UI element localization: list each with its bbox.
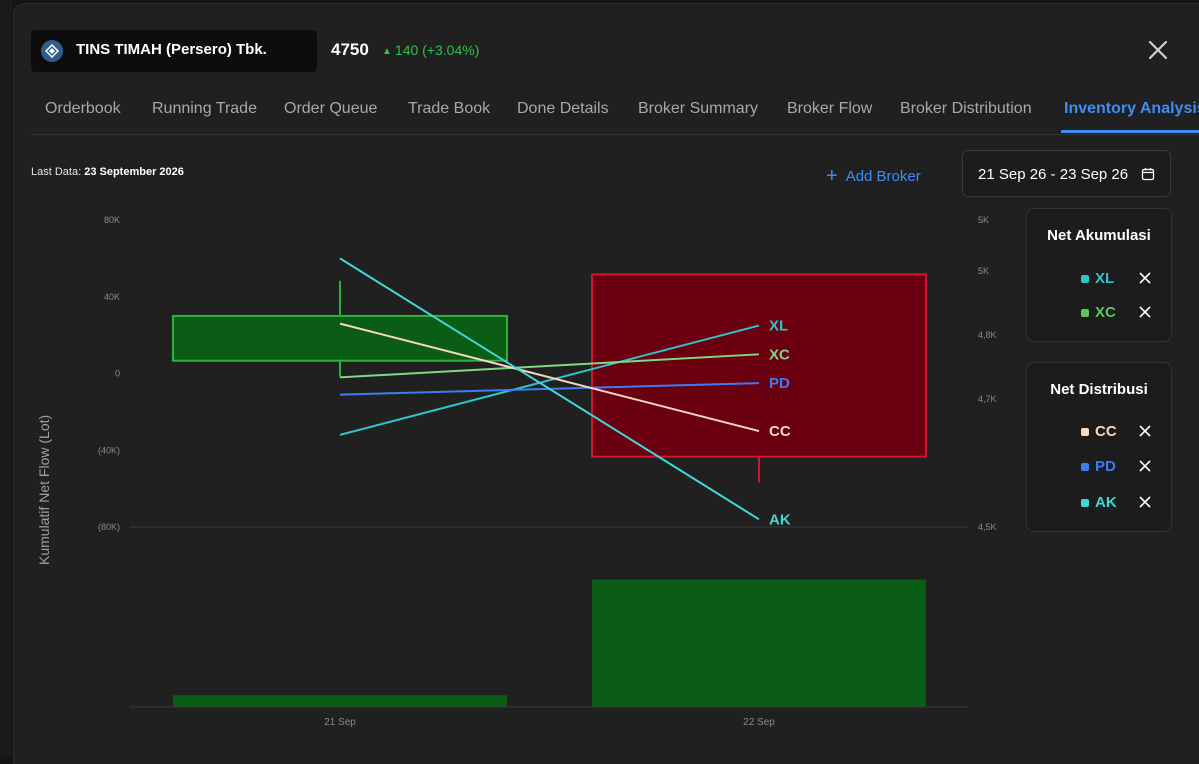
left-axis-tick: 40K [104, 292, 120, 302]
left-axis-tick: (40K) [98, 445, 120, 455]
broker-line-label: AK [769, 511, 791, 528]
volume-bar [173, 695, 507, 707]
left-axis-tick: 0 [115, 369, 120, 379]
x-axis-tick: 21 Sep [324, 717, 356, 728]
broker-line-label: CC [769, 423, 791, 440]
right-axis-tick: 5K [978, 266, 989, 276]
right-axis-tick: 4,5K [978, 522, 997, 532]
broker-line-label: PD [769, 375, 790, 392]
left-axis-tick: (80K) [98, 522, 120, 532]
right-axis-tick: 5K [978, 215, 989, 225]
left-axis-tick: 80K [104, 215, 120, 225]
broker-line-label: XL [769, 318, 788, 335]
broker-line-label: XC [769, 346, 790, 363]
inventory-chart: 80K 40K 0 (40K) (80K) 5K 5K 4,8K 4,7K 4,5K XL XC PD C… [98, 215, 997, 728]
x-axis-tick: 22 Sep [743, 717, 775, 728]
right-axis-tick: 4,8K [978, 330, 997, 340]
candle-body [591, 273, 927, 458]
volume-bar [592, 579, 926, 707]
right-axis-tick: 4,7K [978, 394, 997, 404]
